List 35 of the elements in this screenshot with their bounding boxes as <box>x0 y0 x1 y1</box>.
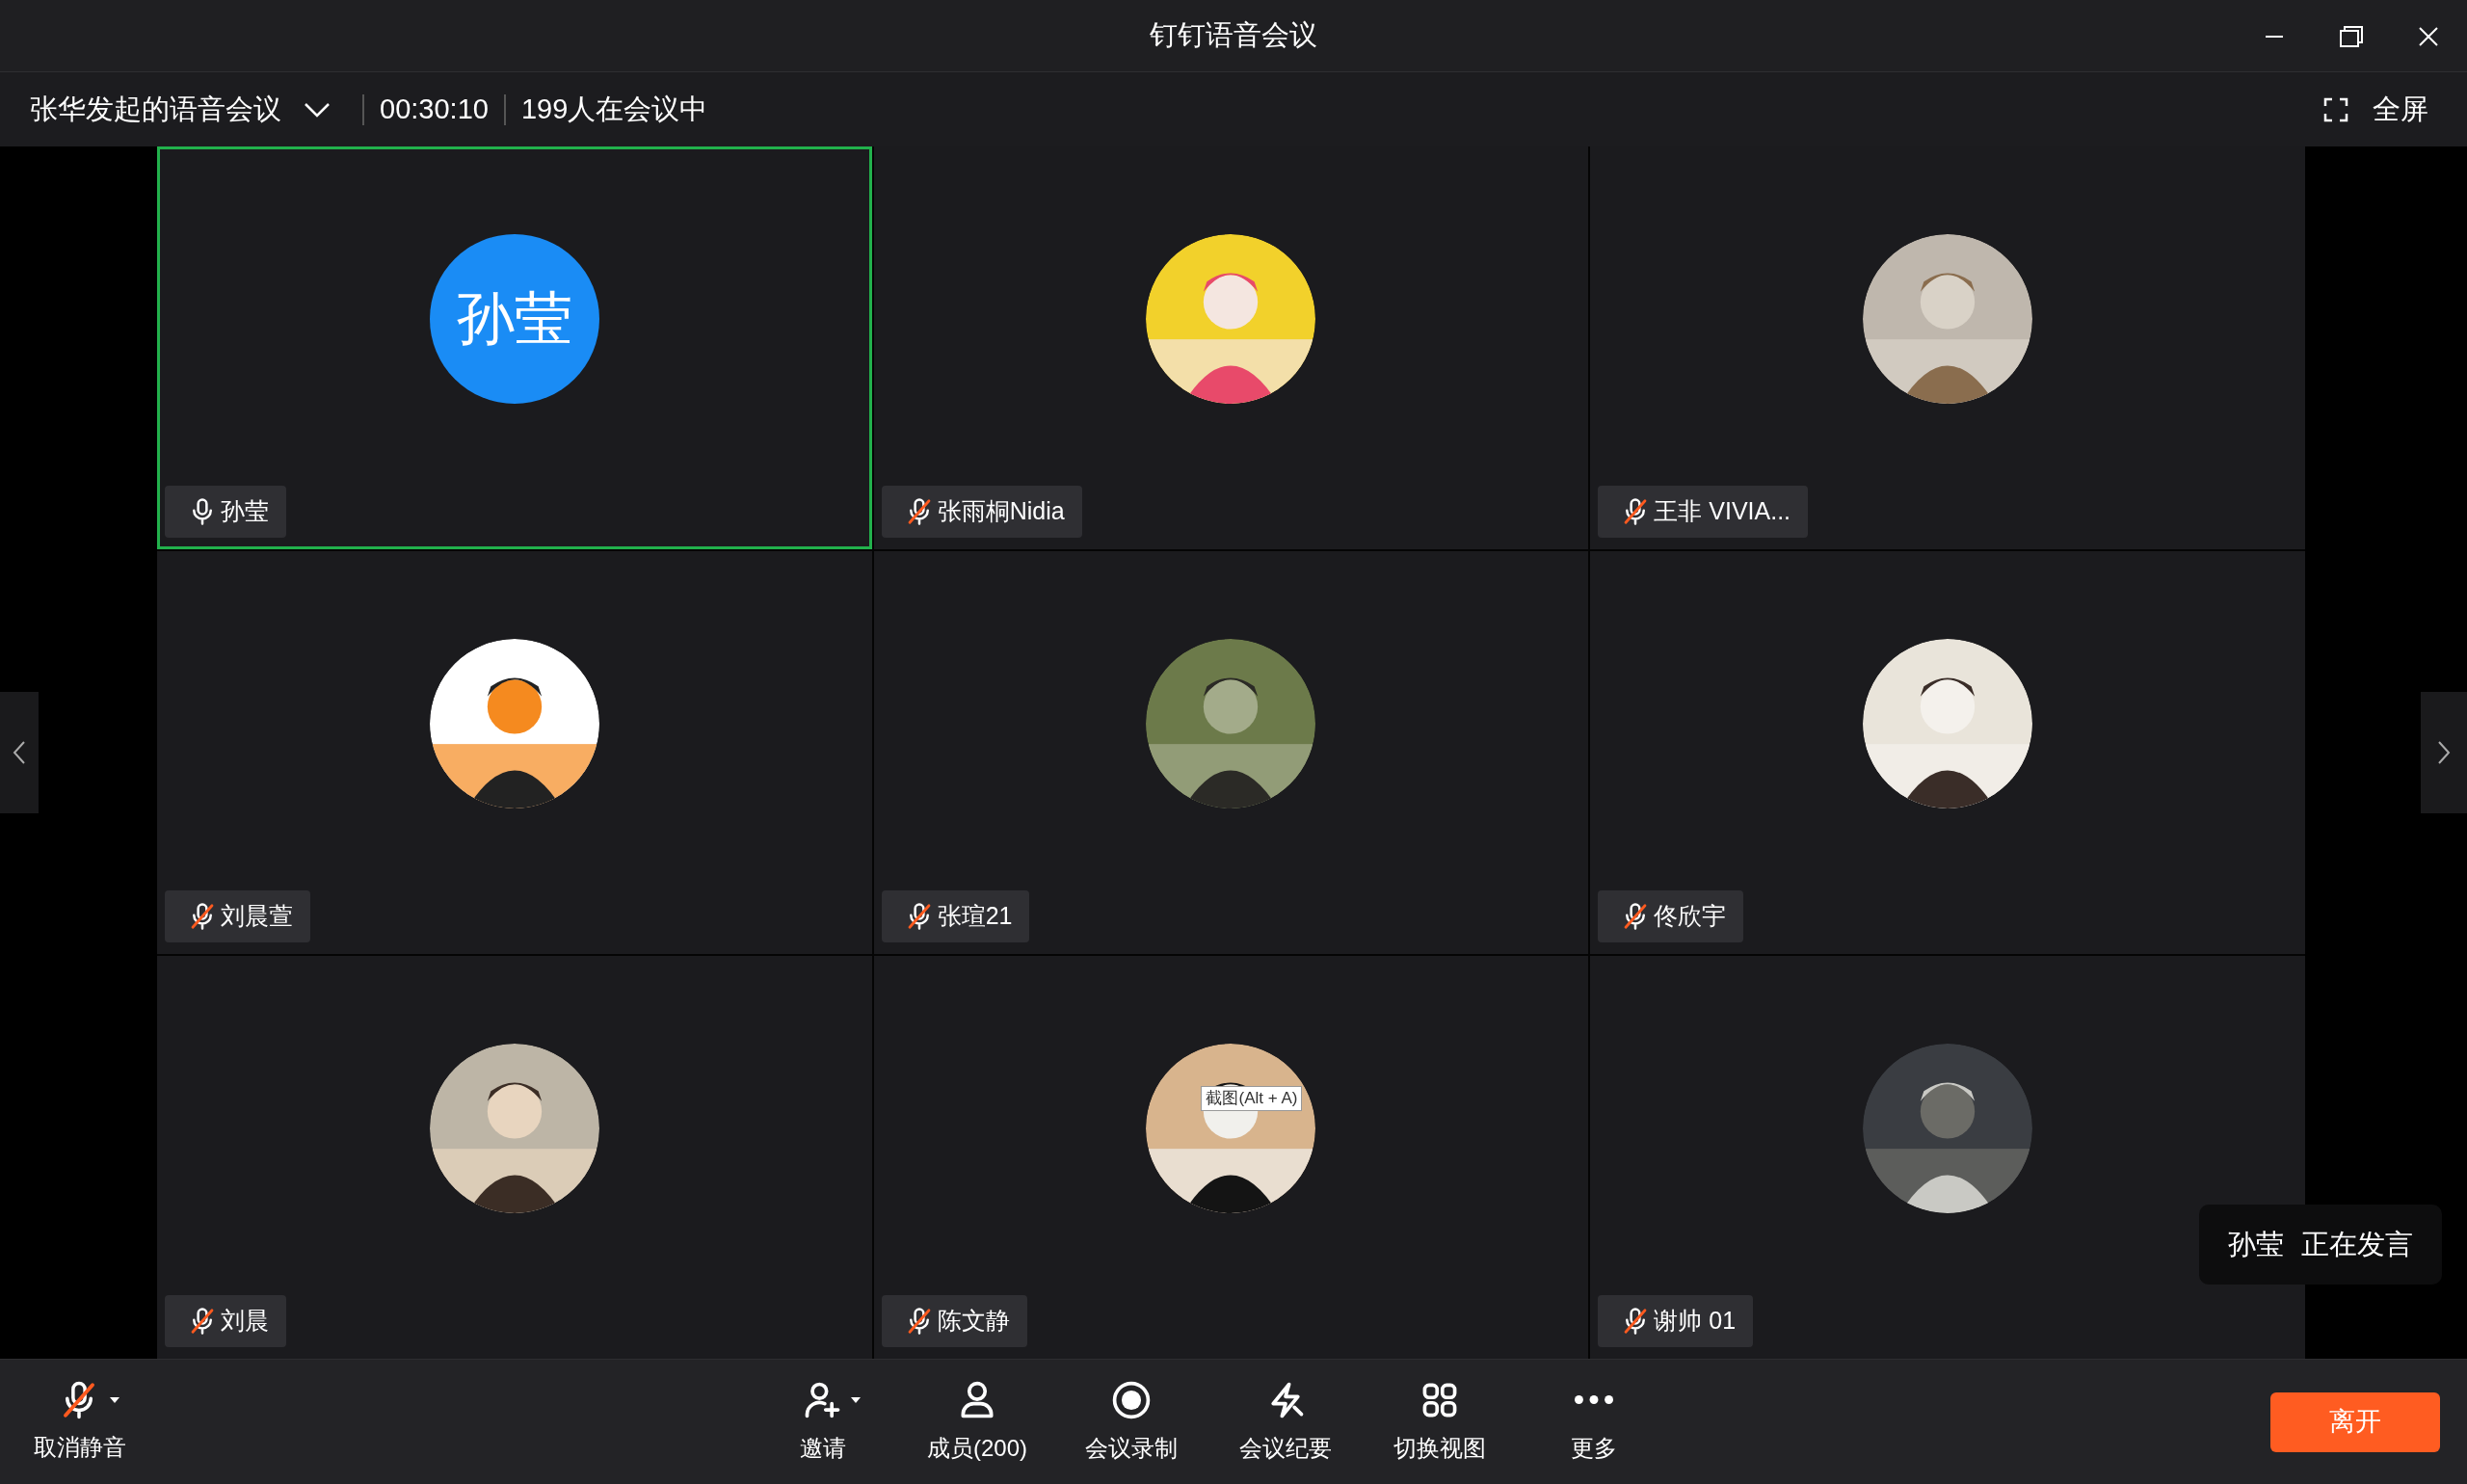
meeting-duration: 00:30:10 <box>380 92 489 126</box>
next-page-button[interactable] <box>2421 692 2467 813</box>
attendance-count: 199人在会议中 <box>520 92 708 126</box>
restore-icon <box>2339 24 2364 48</box>
caret-icon <box>109 1395 120 1404</box>
chevron-right-icon <box>2437 740 2451 765</box>
minutes-button[interactable]: 会议纪要 <box>1208 1378 1363 1466</box>
participant-name: 刘晨萱 <box>221 901 293 932</box>
speaking-status: 正在发言 <box>2301 1227 2413 1261</box>
meeting-title-dropdown[interactable]: 张华发起的语音会议 <box>30 88 332 131</box>
unmute-button[interactable]: 取消静音 <box>27 1379 133 1465</box>
avatar: 孙莹 <box>429 234 599 404</box>
participant-name: 王非 VIVIA... <box>1654 496 1791 527</box>
speaker-name: 孙莹 <box>2228 1227 2284 1261</box>
fullscreen-icon <box>2322 95 2349 123</box>
participant-name: 张瑄21 <box>937 901 1013 932</box>
record-button[interactable]: 会议录制 <box>1054 1378 1208 1466</box>
window-title: 钉钉语音会议 <box>1150 18 1317 53</box>
close-icon <box>2418 25 2439 47</box>
participant-name: 孙莹 <box>221 496 269 527</box>
participant-name: 刘晨 <box>221 1306 269 1337</box>
more-button[interactable]: 更多 <box>1517 1378 1671 1466</box>
fullscreen-button[interactable]: 全屏 <box>2322 88 2428 131</box>
tooltip: 截图(Alt + A) <box>1201 1086 1303 1111</box>
participant-name: 佟欣宇 <box>1654 901 1727 932</box>
previous-page-button[interactable] <box>0 692 39 813</box>
members-button[interactable]: 成员(200) <box>900 1378 1054 1466</box>
invite-button[interactable]: 邀请 <box>746 1378 900 1466</box>
view-button[interactable]: 切换视图 <box>1363 1378 1517 1466</box>
participant-name: 谢帅 01 <box>1654 1306 1737 1337</box>
participant-name: 陈文静 <box>937 1306 1010 1337</box>
more-icon <box>1575 1395 1613 1404</box>
minimize-icon <box>2266 35 2283 38</box>
chevron-left-icon <box>13 740 26 765</box>
participant-name: 张雨桐Nidia <box>937 496 1065 527</box>
